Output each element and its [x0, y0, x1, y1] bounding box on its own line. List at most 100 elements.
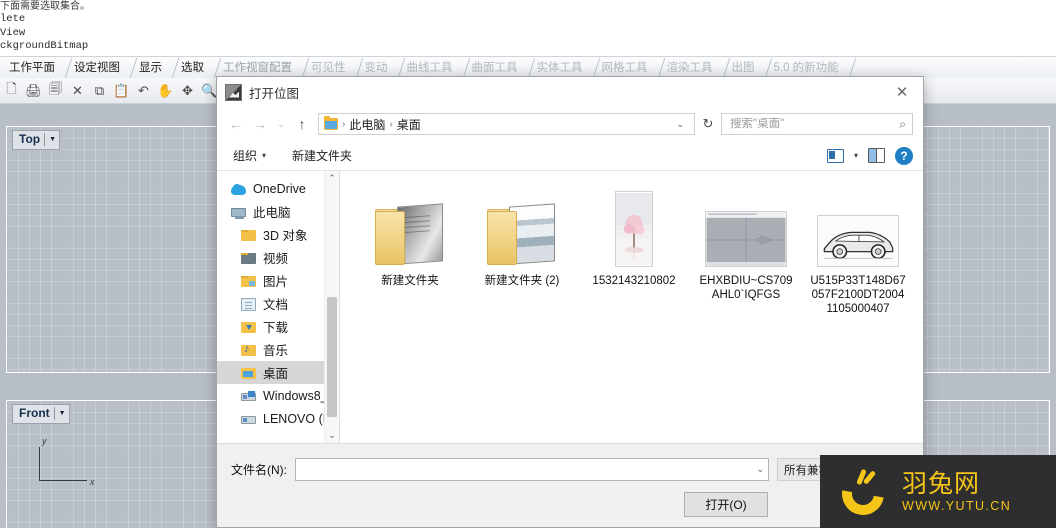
preview-pane-icon[interactable] [868, 148, 885, 163]
chevron-down-icon[interactable]: ⌄ [752, 464, 764, 475]
nav-item-lenovo-d[interactable]: LENOVO (D:) [217, 407, 339, 430]
nav-item-3d-objects[interactable]: 3D 对象 [217, 223, 339, 246]
cad-screenshot-thumbnail [705, 211, 787, 267]
breadcrumb-item-this-pc[interactable]: 此电脑 [349, 116, 385, 133]
tab-transform[interactable]: 变动 [356, 57, 398, 78]
tab-set-view[interactable]: 设定视图 [65, 57, 130, 78]
nav-item-label: 文档 [263, 298, 289, 312]
folder-documents-icon [241, 297, 256, 311]
print-icon[interactable]: 🖨 [23, 80, 44, 102]
tab-work-plane[interactable]: 工作平面 [0, 57, 65, 78]
label-divider [53, 407, 55, 420]
forward-button[interactable]: → [249, 113, 271, 135]
nav-item-label: 下载 [263, 321, 289, 335]
breadcrumb-item-desktop[interactable]: 桌面 [397, 116, 421, 133]
close-icon[interactable]: ✕ [881, 77, 923, 107]
organize-menu[interactable]: 组织 ▾ [233, 147, 266, 164]
image-thumbnail [705, 189, 787, 267]
tab-solid-tools[interactable]: 实体工具 [528, 57, 593, 78]
image-thumbnail [615, 189, 653, 267]
nav-item-documents[interactable]: 文档 [217, 292, 339, 315]
copy-icon[interactable]: ⧉ [89, 80, 110, 102]
screen-root: 下面需要选取集合。 lete View ckgroundBitmap 工作平面 … [0, 0, 1056, 528]
tab-whats-new[interactable]: 5.0 的新功能 [765, 57, 849, 78]
nav-item-label: OneDrive [253, 181, 306, 196]
nav-item-label: 此电脑 [253, 206, 291, 220]
nav-item-this-pc[interactable]: 此电脑 [217, 200, 339, 223]
organize-label: 组织 [233, 149, 258, 163]
axis-x-line [39, 480, 87, 481]
nav-item-videos[interactable]: 视频 [217, 246, 339, 269]
pan-icon[interactable]: ✋ [155, 80, 176, 102]
tab-viewport-layout[interactable]: 工作视窗配置 [214, 57, 302, 78]
list-item[interactable]: 新建文件夹 [358, 183, 462, 316]
rabbit-logo-icon [833, 464, 893, 523]
move-icon[interactable]: ✥ [177, 80, 198, 102]
copy-page-icon[interactable]: 🗐 [45, 80, 66, 102]
tab-visibility[interactable]: 可见性 [302, 57, 356, 78]
chevron-down-icon[interactable]: ▾ [854, 151, 858, 160]
list-item[interactable]: 1532143210802 [582, 183, 686, 316]
file-name-label: 1532143210802 [592, 275, 676, 287]
breadcrumb[interactable]: › 此电脑 › 桌面 ⌄ [318, 113, 695, 135]
chevron-down-icon[interactable]: ⌄ [672, 119, 690, 130]
nav-item-pictures[interactable]: 图片 [217, 269, 339, 292]
dialog-navigation-bar: ← → ⌄ ↑ › 此电脑 › 桌面 ⌄ ↻ ⌕ [217, 107, 923, 141]
undo-icon[interactable]: ↶ [133, 80, 154, 102]
folder-3d-icon [241, 230, 256, 241]
delete-icon[interactable]: ✕ [67, 80, 88, 102]
nav-item-windows8-os[interactable]: Windows8_OS [217, 384, 339, 407]
up-button[interactable]: ↑ [291, 113, 313, 135]
command-bar-right-group: ▾ ? [826, 146, 913, 165]
dialog-body: OneDrive 此电脑 3D 对象 视频 图片 文档 下载 ♪ 音乐 桌面 W… [217, 171, 923, 443]
new-folder-button[interactable]: 新建文件夹 [292, 147, 352, 164]
search-box[interactable]: ⌕ [721, 113, 913, 135]
tab-select[interactable]: 选取 [172, 57, 214, 78]
list-item[interactable]: 新建文件夹 (2) [470, 183, 574, 316]
nav-item-music[interactable]: 音乐 [217, 338, 339, 361]
tab-mesh-tools[interactable]: 网格工具 [593, 57, 658, 78]
filename-combobox[interactable]: ⌄ [295, 458, 769, 481]
nav-item-label: 3D 对象 [263, 229, 308, 243]
nav-item-downloads[interactable]: 下载 [217, 315, 339, 338]
file-list-pane[interactable]: 新建文件夹 新建文件夹 (2) 1532143210802 EHXBDIU~CS… [340, 171, 923, 443]
nav-item-desktop[interactable]: 桌面 [217, 361, 339, 384]
tab-render-tools[interactable]: 渲染工具 [658, 57, 723, 78]
viewport-label-front[interactable]: Front ▼ [12, 404, 70, 424]
navigation-pane-scrollbar[interactable]: ⌃ ⌄ [324, 171, 339, 443]
folder-pictures-icon [241, 276, 256, 287]
help-icon[interactable]: ? [895, 146, 913, 165]
list-item[interactable]: EHXBDIU~CS709AHL0`IQFGS [694, 183, 798, 316]
tab-surface-tools[interactable]: 曲面工具 [463, 57, 528, 78]
image-thumbnail [817, 189, 899, 267]
watermark-text-group: 羽兔网 WWW.YUTU.CN [902, 470, 1011, 514]
navigation-pane: OneDrive 此电脑 3D 对象 视频 图片 文档 下载 ♪ 音乐 桌面 W… [217, 171, 339, 443]
new-file-icon[interactable]: 🗋 [1, 80, 22, 102]
search-icon[interactable]: ⌕ [899, 117, 906, 132]
tab-curve-tools[interactable]: 曲线工具 [398, 57, 463, 78]
scroll-up-icon[interactable]: ⌃ [325, 171, 339, 186]
list-item[interactable]: U515P33T148D67057F2100DT20041105000407 [806, 183, 910, 316]
view-options-icon[interactable] [826, 148, 844, 163]
scroll-down-icon[interactable]: ⌄ [325, 428, 339, 443]
chevron-down-icon[interactable]: ▼ [59, 406, 66, 421]
viewport-label-top[interactable]: Top ▼ [12, 130, 61, 150]
refresh-icon[interactable]: ↻ [697, 113, 719, 135]
command-history-line: 下面需要选取集合。 [0, 1, 90, 12]
tab-display[interactable]: 显示 [130, 57, 172, 78]
filename-row: 文件名(N): ⌄ 所有兼容的文件类 [231, 458, 909, 481]
chevron-down-icon[interactable]: ▼ [49, 132, 56, 147]
command-history-panel: 下面需要选取集合。 lete View ckgroundBitmap [0, 0, 1056, 56]
open-button[interactable]: 打开(O) [684, 492, 768, 517]
scrollbar-thumb[interactable] [327, 297, 337, 417]
folder-icon [324, 116, 338, 130]
recent-locations-button[interactable]: ⌄ [273, 113, 289, 135]
drive-icon [241, 416, 256, 424]
back-button[interactable]: ← [225, 113, 247, 135]
nav-item-onedrive[interactable]: OneDrive [217, 177, 339, 200]
paste-icon[interactable]: 📋 [111, 80, 132, 102]
tab-drafting[interactable]: 出图 [723, 57, 765, 78]
filename-input[interactable] [302, 462, 753, 477]
search-input[interactable] [730, 118, 900, 130]
drive-windows-icon [241, 391, 256, 401]
